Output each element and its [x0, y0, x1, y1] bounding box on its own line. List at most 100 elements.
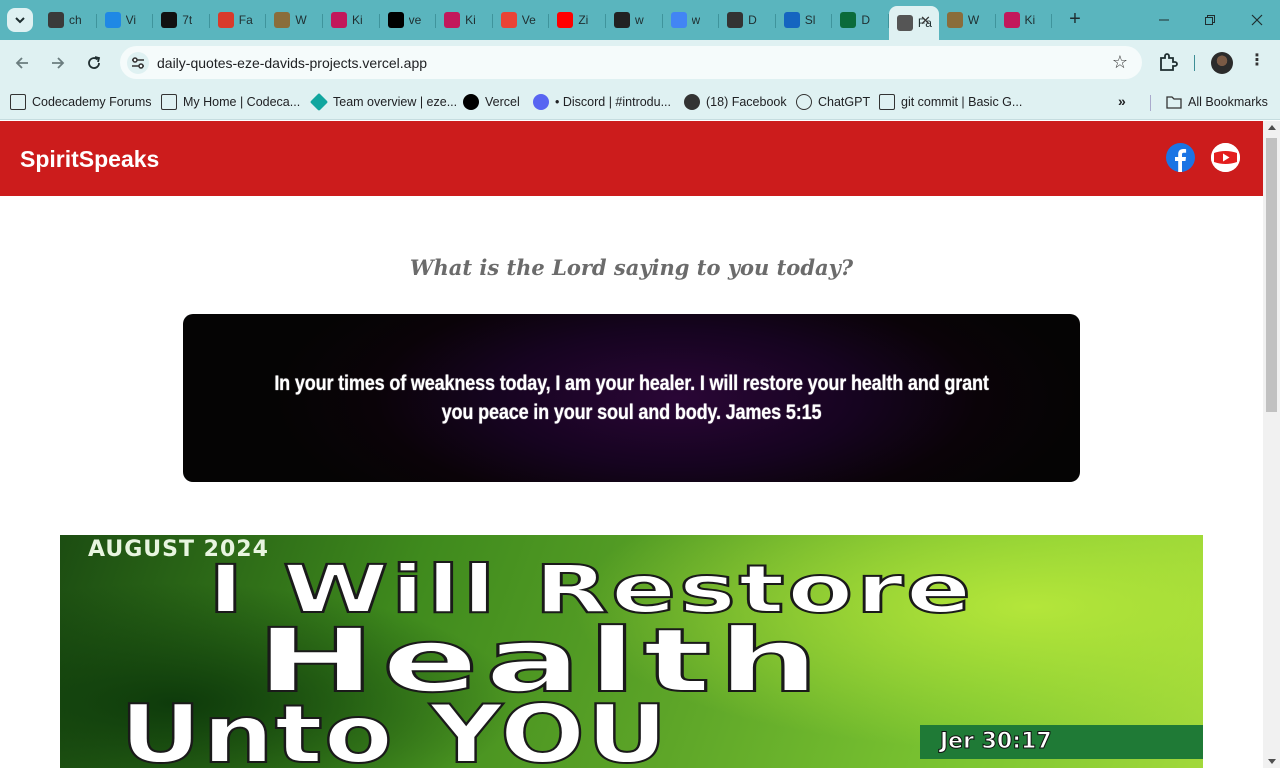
browser-tab[interactable]: W — [266, 6, 323, 34]
reload-icon — [88, 56, 101, 69]
browser-tab[interactable]: 7t — [153, 6, 210, 34]
diamond-icon — [309, 92, 329, 112]
bookmark-item[interactable]: Team overview | eze... — [309, 92, 457, 112]
tab-label: Fa — [238, 13, 253, 27]
page-scrollbar[interactable] — [1263, 121, 1280, 768]
tab-label: Ki — [465, 13, 476, 27]
browser-tab[interactable]: ve — [380, 6, 437, 34]
restore-button[interactable] — [1187, 6, 1233, 34]
poster-line-3: Unto YOU — [119, 688, 669, 768]
browser-tab[interactable]: ch — [40, 6, 97, 34]
page-icon — [896, 15, 913, 31]
minimize-button[interactable] — [1141, 6, 1187, 34]
arrow-left-icon — [15, 57, 28, 69]
download-icon — [727, 12, 744, 28]
address-bar[interactable]: daily-quotes-eze-davids-projects.vercel.… — [120, 46, 1142, 79]
browser-tab[interactable]: D — [719, 6, 776, 34]
tab-label: W — [967, 13, 980, 27]
browser-tab[interactable]: Fa ✕ — [888, 6, 939, 40]
bookmark-star-icon[interactable]: ☆ — [1112, 52, 1128, 73]
bookmark-item[interactable]: ChatGPT — [796, 92, 870, 112]
page-icon — [946, 12, 963, 28]
bookmark-item[interactable]: (18) Facebook — [684, 92, 787, 112]
reload-button[interactable] — [80, 49, 108, 77]
bookmark-label: Vercel — [485, 95, 520, 109]
tab-label: ve — [408, 13, 422, 27]
page-icon — [1003, 12, 1020, 28]
browser-tab[interactable]: Ki — [996, 6, 1053, 34]
youtube-icon — [557, 12, 574, 28]
bookmarks-overflow-button[interactable]: » — [1118, 93, 1126, 109]
amazon-icon — [613, 12, 630, 28]
daily-quote-text: In your times of weakness today, I am yo… — [274, 372, 989, 424]
extensions-button[interactable] — [1158, 52, 1178, 77]
codecademy-icon — [161, 94, 177, 110]
browser-tab[interactable]: D — [832, 6, 889, 34]
profile-avatar[interactable] — [1211, 52, 1233, 74]
discord-icon — [533, 94, 549, 110]
facebook-link[interactable] — [1166, 143, 1195, 172]
bookmark-item[interactable]: My Home | Codeca... — [161, 92, 300, 112]
tab-label: w — [691, 13, 701, 27]
browser-tab[interactable]: W — [939, 6, 996, 34]
new-tab-button[interactable]: + — [1063, 8, 1087, 32]
minimize-icon — [1159, 19, 1169, 21]
quote-card: In your times of weakness today, I am yo… — [183, 314, 1080, 482]
folder-icon — [1166, 94, 1182, 110]
app-icon — [217, 12, 234, 28]
chevron-down-icon — [15, 17, 25, 24]
browser-tab[interactable]: Vi — [97, 6, 154, 34]
browser-tab[interactable]: Fa — [210, 6, 267, 34]
bookmark-label: ChatGPT — [818, 95, 871, 109]
google-icon — [670, 12, 687, 28]
youtube-link[interactable] — [1211, 143, 1240, 172]
tab-strip: ch Vi 7t Fa W Ki ve Ki Ve Zi w w D Sl D Fa ✕ W Ki + — [0, 0, 1280, 40]
browser-tab[interactable]: Ki — [323, 6, 380, 34]
youtube-icon — [1211, 143, 1240, 172]
scroll-up-arrow-icon[interactable] — [1268, 125, 1276, 130]
page-viewport: SpiritSpeaks What is the Lord saying to … — [0, 121, 1263, 768]
all-bookmarks-button[interactable]: All Bookmarks — [1166, 92, 1268, 112]
site-info-button[interactable] — [127, 52, 149, 74]
tab-label: Zi — [578, 13, 589, 27]
bookmark-item[interactable]: Codecademy Forums — [10, 92, 152, 112]
browser-tab[interactable]: w — [606, 6, 663, 34]
browser-tab[interactable]: Sl — [776, 6, 833, 34]
bookmark-item[interactable]: Vercel — [463, 92, 520, 112]
scroll-thumb[interactable] — [1266, 138, 1277, 412]
page-icon — [444, 12, 461, 28]
tab-label: Ve — [521, 13, 536, 27]
tab-search-button[interactable] — [7, 8, 33, 32]
bookmark-item[interactable]: git commit | Basic G... — [879, 92, 1022, 112]
browser-tab[interactable]: Ve — [493, 6, 550, 34]
tab-label: ch — [69, 13, 82, 27]
browser-tab[interactable]: Zi — [549, 6, 606, 34]
tab-close-icon[interactable]: ✕ — [920, 13, 931, 29]
codecademy-icon — [879, 94, 895, 110]
bookmark-label: Codecademy Forums — [32, 95, 152, 109]
tab-list: ch Vi 7t Fa W Ki ve Ki Ve Zi w w D Sl D Fa ✕ W Ki — [40, 6, 1053, 40]
tab-label: Sl — [804, 13, 816, 27]
close-window-button[interactable] — [1234, 6, 1280, 34]
site-brand[interactable]: SpiritSpeaks — [20, 146, 159, 173]
tab-label: w — [634, 13, 644, 27]
tab-label: D — [748, 13, 757, 27]
browser-tab[interactable]: w — [663, 6, 720, 34]
vercel-icon — [463, 94, 479, 110]
back-button[interactable] — [8, 49, 36, 77]
scroll-down-arrow-icon[interactable] — [1268, 759, 1276, 764]
globe-icon — [684, 94, 700, 110]
browser-toolbar: daily-quotes-eze-davids-projects.vercel.… — [0, 40, 1280, 86]
url-text[interactable]: daily-quotes-eze-davids-projects.vercel.… — [157, 55, 427, 71]
vercel-icon — [387, 12, 404, 28]
bookmarks-bar: Codecademy Forums My Home | Codeca... Team… — [0, 86, 1280, 120]
browser-menu-button[interactable]: ⋮ — [1249, 50, 1265, 70]
arrow-right-icon — [52, 57, 65, 69]
browser-tab[interactable]: Ki — [436, 6, 493, 34]
forward-button[interactable] — [44, 49, 72, 77]
bookmark-item[interactable]: • Discord | #introdu... — [533, 92, 671, 112]
chatgpt-icon — [48, 12, 64, 28]
vscode-icon — [104, 12, 121, 28]
github-icon — [161, 12, 178, 28]
chatgpt-icon — [796, 94, 812, 110]
